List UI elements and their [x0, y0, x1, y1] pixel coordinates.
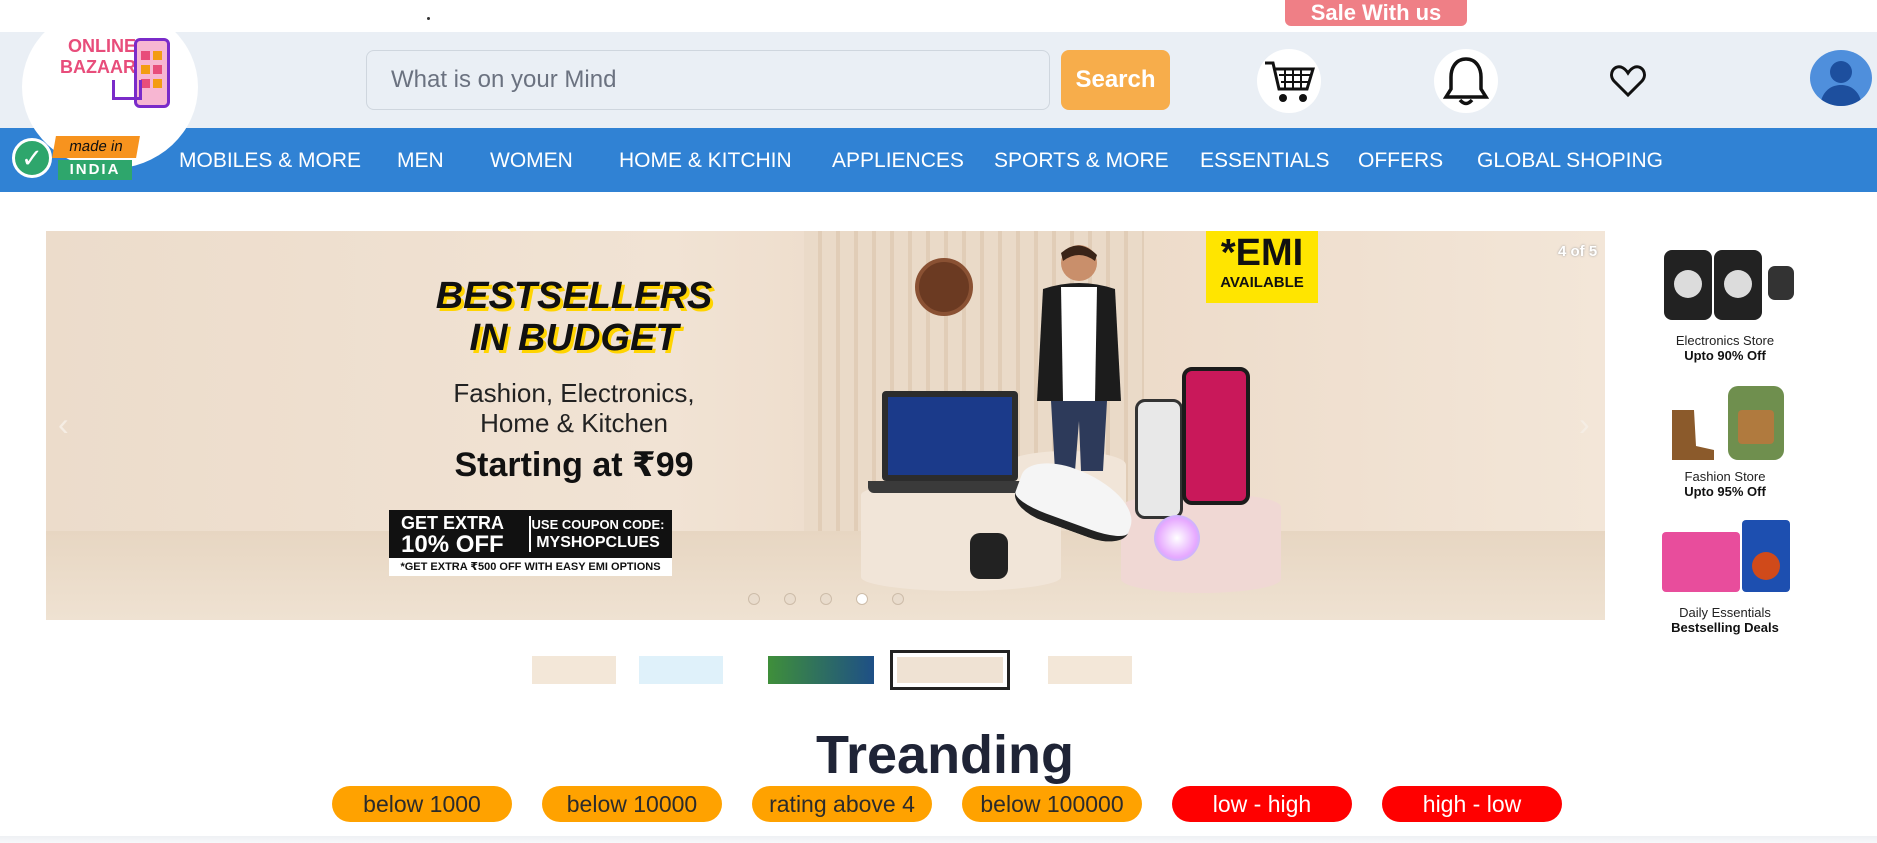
side-store-name: Fashion Store: [1684, 469, 1766, 484]
nav-item-offers[interactable]: OFFERS: [1358, 128, 1443, 192]
coupon-code: USE COUPON CODE: MYSHOPCLUES: [529, 516, 665, 552]
carousel-dot-1[interactable]: [748, 593, 760, 605]
headline-line2: IN BUDGET: [469, 317, 679, 359]
coupon-code-value: MYSHOPCLUES: [536, 534, 660, 551]
logo-line2: BAZAAR: [60, 57, 136, 77]
carousel-thumb-3[interactable]: [768, 656, 874, 684]
coupon-box: GET EXTRA 10% OFF USE COUPON CODE: MYSHO…: [389, 510, 672, 558]
side-store-deal: Upto 95% Off: [1684, 484, 1766, 499]
carousel-next-arrow-icon[interactable]: ›: [1579, 406, 1590, 443]
trending-title: Treanding: [815, 725, 1075, 785]
notifications-button[interactable]: [1434, 49, 1498, 113]
nav-item-sports[interactable]: SPORTS & MORE: [994, 128, 1169, 192]
carousel-dot-2[interactable]: [784, 593, 796, 605]
nav-item-mobiles[interactable]: MOBILES & MORE: [179, 128, 361, 192]
filter-below-10000[interactable]: below 10000: [542, 786, 722, 822]
smart-bulb-image: [1154, 515, 1200, 561]
groceries-image: [1662, 520, 1790, 592]
banner-floor: [46, 531, 1605, 620]
sort-high-low[interactable]: high - low: [1382, 786, 1562, 822]
carousel-thumb-5[interactable]: [1048, 656, 1132, 684]
section-divider: [0, 836, 1877, 843]
boots-backpack-image: [1672, 386, 1784, 460]
bell-icon: [1443, 57, 1489, 106]
carousel-thumb-2[interactable]: [639, 656, 723, 684]
made-in-label: made in: [52, 136, 140, 158]
subtitle-line2: Home & Kitchen: [480, 408, 668, 438]
hero-carousel[interactable]: BESTSELLERS IN BUDGET Fashion, Electroni…: [46, 231, 1605, 620]
side-store-deal: Upto 90% Off: [1684, 348, 1766, 363]
logo-cart-icon: [112, 80, 142, 100]
filter-below-1000[interactable]: below 1000: [332, 786, 512, 822]
carousel-thumb-1[interactable]: [532, 656, 616, 684]
user-icon: [1820, 61, 1862, 106]
nav-item-men[interactable]: MEN: [397, 128, 444, 192]
laptop-image: [882, 391, 1018, 481]
carousel-dot-4[interactable]: [856, 593, 868, 605]
nav-item-home-kitchen[interactable]: HOME & KITCHIN: [619, 128, 792, 192]
nav-item-appliances[interactable]: APPLIENCES: [832, 128, 964, 192]
side-store-name: Daily Essentials: [1679, 605, 1771, 620]
made-in-india-badge: ✓ made in INDIA: [12, 134, 140, 184]
search-input[interactable]: [366, 50, 1050, 110]
headline-line1: BESTSELLERS: [435, 275, 713, 317]
cart-icon: [1265, 61, 1315, 102]
emi-badge-title: *EMI: [1220, 232, 1304, 274]
stray-dot: [427, 17, 430, 20]
wall-clock-image: [915, 258, 973, 316]
user-avatar[interactable]: [1810, 50, 1872, 106]
coupon-offer-line2: 10% OFF: [401, 531, 504, 558]
nav-item-global-shopping[interactable]: GLOBAL SHOPING: [1477, 128, 1663, 192]
subtitle-line1: Fashion, Electronics,: [453, 378, 695, 408]
logo-text: ONLINE BAZAAR: [52, 36, 136, 78]
sort-low-high[interactable]: low - high: [1172, 786, 1352, 822]
nav-item-women[interactable]: WOMEN: [490, 128, 573, 192]
feature-phone-image: [1135, 399, 1183, 519]
carousel-dot-5[interactable]: [892, 593, 904, 605]
filter-rating-above-4[interactable]: rating above 4: [752, 786, 932, 822]
check-icon: ✓: [12, 138, 52, 178]
side-store-electronics[interactable]: Electronics Store Upto 90% Off: [1640, 244, 1810, 363]
india-label: INDIA: [58, 160, 132, 180]
speaker-watch-image: [1664, 250, 1794, 320]
smartphone-image: [1182, 367, 1250, 505]
carousel-thumb-4[interactable]: [890, 650, 1010, 690]
laptop-base: [868, 481, 1032, 493]
search-button[interactable]: Search: [1061, 50, 1170, 110]
coupon-code-label: USE COUPON CODE:: [531, 517, 665, 532]
sale-with-us-button[interactable]: Sale With us: [1285, 0, 1467, 26]
side-store-name: Electronics Store: [1675, 333, 1775, 348]
carousel-dot-3[interactable]: [820, 593, 832, 605]
category-nav: MOBILES & MORE MEN WOMEN HOME & KITCHIN …: [0, 128, 1877, 192]
side-store-deal: Bestselling Deals: [1671, 620, 1779, 635]
banner-price: Starting at ₹99: [454, 446, 694, 484]
emi-badge-subtitle: AVAILABLE: [1220, 274, 1304, 291]
model-image: [1037, 245, 1121, 471]
filter-below-100000[interactable]: below 100000: [962, 786, 1142, 822]
cart-button[interactable]: [1257, 49, 1321, 113]
banner-headline: BESTSELLERS IN BUDGET: [409, 275, 739, 359]
coupon-offer: GET EXTRA 10% OFF: [401, 512, 504, 557]
coupon-note: *GET EXTRA ₹500 OFF WITH EASY EMI OPTION…: [389, 558, 672, 576]
slide-counter: 4 of 5: [1558, 243, 1598, 260]
wishlist-heart-icon[interactable]: [1610, 64, 1646, 98]
smartwatch-image: [970, 533, 1008, 579]
top-strip: [0, 0, 1877, 32]
banner-subtitle: Fashion, Electronics, Home & Kitchen: [409, 378, 739, 438]
side-store-essentials[interactable]: Daily Essentials Bestselling Deals: [1640, 516, 1810, 635]
logo-line1: ONLINE: [67, 36, 136, 56]
carousel-prev-arrow-icon[interactable]: ‹: [58, 406, 69, 443]
side-store-fashion[interactable]: Fashion Store Upto 95% Off: [1640, 380, 1810, 499]
emi-badge: *EMI AVAILABLE: [1206, 231, 1318, 303]
nav-item-essentials[interactable]: ESSENTIALS: [1200, 128, 1330, 192]
